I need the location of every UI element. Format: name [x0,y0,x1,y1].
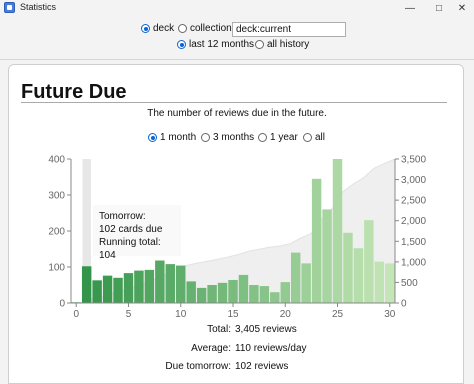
x-tick-label: 5 [126,309,132,320]
title-bar: Statistics — □ ✕ [0,0,474,16]
bar-day-19 [270,292,280,303]
y-left-tick-label: 0 [59,299,65,310]
bar-day-12 [196,287,207,303]
x-tick-label: 20 [280,309,292,320]
stat-total-label: Total: [207,324,231,335]
app-icon [4,2,15,13]
bar-day-26 [343,232,353,303]
bar-day-25 [332,159,343,303]
bar-day-24 [322,209,332,303]
future-due-chart[interactable]: 0 5 10 15 20 25 30010020030040005001,0001,5002… [0,148,474,323]
range-1-month-radio[interactable]: 1 month [148,132,196,143]
radio-selected-icon [141,24,150,33]
bar-day-15 [228,279,238,303]
scope-collection-radio[interactable]: collection [178,23,232,34]
y-left-tick-label: 200 [48,227,65,238]
window-title: Statistics [20,2,57,12]
radio-unselected-icon [201,133,210,142]
stat-due-tomorrow-value: 102 reviews [235,361,289,372]
y-left-tick-label: 400 [48,155,65,166]
y-right-tick-label: 3,500 [401,155,426,166]
period-all-label: all history [267,39,310,50]
minimize-icon[interactable]: — [396,0,424,16]
radio-unselected-icon [255,40,264,49]
bar-day-20 [280,282,290,303]
bar-day-9 [165,264,176,303]
section-title: Future Due [21,81,127,103]
x-tick-label: 30 [384,309,396,320]
stat-total-value: 3,405 reviews [235,324,297,335]
y-right-tick-label: 1,500 [401,237,426,248]
y-right-tick-label: 1,000 [401,257,426,268]
scope-deck-radio[interactable]: deck [141,23,174,34]
y-right-tick-label: 2,000 [401,216,426,227]
bar-day-23 [311,178,322,303]
scope-deck-label: deck [153,23,175,34]
y-right-tick-label: 3,000 [401,175,426,186]
range-3-months-radio[interactable]: 3 months [201,132,254,143]
stat-due-tomorrow-label: Due tomorrow: [165,361,231,372]
period-all-radio[interactable]: all history [255,39,309,50]
x-tick-label: 15 [227,309,239,320]
bar-day-30 [385,263,395,303]
section-subtitle: The number of reviews due in the future. [147,108,327,119]
y-right-tick-label: 2,500 [401,196,426,207]
y-right-tick-label: 500 [401,278,418,289]
bar-day-11 [186,281,196,303]
bar-day-6 [134,270,144,303]
bar-day-4 [113,277,123,303]
tooltip-running-total: Running total: 104 [99,237,161,261]
y-right-tick-label: 0 [401,299,407,310]
range-all-label: all [315,132,326,143]
bar-day-16 [238,274,249,303]
title-divider [21,102,447,103]
range-all-radio[interactable]: all [303,132,325,143]
tooltip-date: Tomorrow: [99,211,146,222]
bar-day-10 [176,265,186,303]
range-3-months-label: 3 months [213,132,255,143]
bar-day-22 [301,263,311,303]
range-1-year-label: 1 year [270,132,298,143]
scope-collection-label: collection [190,23,232,34]
bar-day-18 [259,286,270,303]
radio-selected-icon [148,133,157,142]
y-left-tick-label: 100 [48,263,65,274]
x-tick-label: 0 [73,309,79,320]
bar-day-2 [92,280,102,303]
period-last12-radio[interactable]: last 12 months [177,39,254,50]
close-icon[interactable]: ✕ [448,0,474,16]
bar-day-5 [123,273,134,303]
period-last12-label: last 12 months [189,39,255,50]
range-1-year-radio[interactable]: 1 year [258,132,298,143]
tooltip-count: 102 cards due [99,224,163,235]
radio-selected-icon [177,40,186,49]
stat-average-value: 110 reviews/day [235,343,307,354]
x-tick-label: 25 [332,309,344,320]
bar-day-14 [217,282,228,303]
bar-day-1 [81,266,92,303]
radio-unselected-icon [303,133,312,142]
y-left-tick-label: 300 [48,191,65,202]
chart-tooltip: Tomorrow: 102 cards due Running total: 1… [93,205,181,261]
range-1-month-label: 1 month [160,132,197,143]
bar-day-8 [155,260,165,303]
stats-controls: deck collection deck:current last 12 mon… [0,16,474,60]
bar-day-21 [290,252,301,303]
radio-unselected-icon [258,133,267,142]
bar-day-3 [102,275,113,303]
bar-day-29 [374,261,385,303]
bar-day-17 [249,285,259,303]
x-tick-label: 10 [175,309,187,320]
bar-day-28 [364,220,374,303]
bar-day-7 [144,269,155,303]
radio-unselected-icon [178,24,187,33]
stat-average-label: Average: [191,343,231,354]
bar-day-27 [353,248,364,303]
bar-day-13 [207,285,217,303]
search-input[interactable]: deck:current [232,22,346,37]
